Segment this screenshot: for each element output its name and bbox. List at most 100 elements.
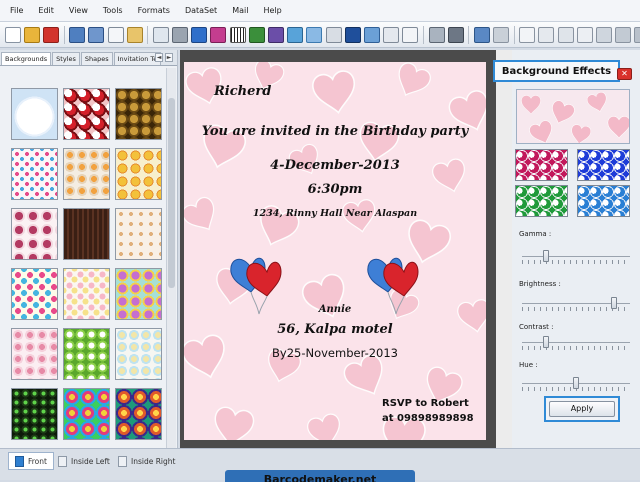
background-thumbnail[interactable] — [11, 148, 58, 200]
color-icon[interactable] — [210, 26, 227, 43]
canvas-scrollbar[interactable] — [496, 50, 512, 448]
brightness-label: Brightness : — [519, 280, 561, 288]
open-folder-icon[interactable] — [23, 26, 40, 43]
copy-icon[interactable] — [519, 26, 536, 43]
tab-shapes[interactable]: Shapes — [80, 52, 113, 65]
tab-scroll-left-button[interactable]: ◄ — [155, 53, 163, 62]
lock-icon[interactable] — [634, 26, 640, 43]
cut-icon[interactable] — [557, 26, 574, 43]
background-thumbnail[interactable] — [115, 268, 162, 320]
card-time[interactable]: 6:30pm — [184, 182, 486, 197]
card-invitation-line[interactable]: You are invited in the Birthday party — [184, 124, 486, 139]
symbol-icon[interactable] — [363, 26, 380, 43]
image-icon[interactable] — [248, 26, 265, 43]
import-icon[interactable] — [126, 26, 143, 43]
database-icon[interactable] — [428, 26, 445, 43]
background-thumbnail[interactable] — [115, 88, 162, 140]
background-thumbnail[interactable] — [115, 328, 162, 380]
new-file-icon[interactable] — [4, 26, 21, 43]
background-thumbnail[interactable] — [11, 208, 58, 260]
scrollbar-thumb[interactable] — [168, 98, 175, 288]
card-host-name[interactable]: Annie — [184, 304, 486, 315]
menu-view[interactable]: View — [69, 6, 88, 15]
hue-slider[interactable] — [573, 377, 579, 389]
send-back-icon[interactable] — [596, 26, 613, 43]
background-thumbnail[interactable] — [11, 388, 58, 440]
stack-icon[interactable] — [447, 26, 464, 43]
export-icon[interactable] — [107, 26, 124, 43]
page-icon — [58, 455, 67, 467]
delete-icon[interactable] — [576, 26, 593, 43]
picture-icon[interactable] — [287, 26, 304, 43]
barcode-icon[interactable] — [229, 26, 246, 43]
effect-swatch-magenta[interactable] — [515, 149, 568, 181]
card-rsvp-date[interactable]: By25-November-2013 — [184, 346, 486, 360]
background-thumbnail[interactable] — [63, 148, 110, 200]
apply-button[interactable]: Apply — [549, 401, 615, 417]
shapes-icon[interactable] — [191, 26, 208, 43]
close-panel-button[interactable]: ✕ — [617, 68, 632, 80]
save-icon[interactable] — [69, 26, 86, 43]
redo-icon[interactable] — [493, 26, 510, 43]
table-icon[interactable] — [383, 26, 400, 43]
undo-icon[interactable] — [473, 26, 490, 43]
text-icon[interactable] — [344, 26, 361, 43]
menu-file[interactable]: File — [10, 6, 23, 15]
contrast-label: Contrast : — [519, 323, 554, 331]
background-thumbnail[interactable] — [11, 328, 58, 380]
bring-front-icon[interactable] — [615, 26, 632, 43]
background-thumbnail[interactable] — [115, 148, 162, 200]
gamma-label: Gamma : — [519, 230, 552, 238]
apply-button-highlight: Apply — [544, 396, 620, 422]
menu-formats[interactable]: Formats — [138, 6, 170, 15]
background-thumbnail[interactable] — [63, 328, 110, 380]
word-art-icon[interactable] — [306, 26, 323, 43]
background-thumbnail[interactable] — [11, 88, 58, 140]
tab-backgrounds[interactable]: Backgrounds — [1, 52, 52, 65]
card-host-address[interactable]: 56, Kalpa motel — [184, 322, 486, 337]
effect-swatch-blue[interactable] — [577, 149, 630, 181]
gamma-slider[interactable] — [542, 250, 549, 262]
contrast-slider[interactable] — [542, 336, 549, 348]
card-rsvp-contact[interactable]: RSVP to Robert — [382, 398, 469, 409]
effect-swatch-light-blue[interactable] — [577, 185, 630, 217]
menu-dataset[interactable]: DataSet — [185, 6, 217, 15]
menu-help[interactable]: Help — [263, 6, 281, 15]
background-thumbnail[interactable] — [115, 208, 162, 260]
background-thumbnail[interactable] — [63, 268, 110, 320]
tab-inside-left-label: Inside Left — [71, 456, 110, 466]
tab-scroll-right-button[interactable]: ► — [165, 53, 173, 62]
effect-swatch-green[interactable] — [515, 185, 568, 217]
mail-icon[interactable] — [402, 26, 419, 43]
menu-edit[interactable]: Edit — [38, 6, 54, 15]
tab-inside-left[interactable]: Inside Left — [52, 452, 116, 470]
save-as-icon[interactable] — [88, 26, 105, 43]
page-icon — [118, 455, 127, 467]
menu-tools[interactable]: Tools — [103, 6, 123, 15]
tab-front[interactable]: Front — [8, 452, 54, 470]
brightness-slider[interactable] — [610, 297, 617, 309]
card-venue[interactable]: 1234, Rinny Hall Near Alaspan — [184, 208, 486, 219]
properties-icon[interactable] — [152, 26, 169, 43]
menu-mail[interactable]: Mail — [232, 6, 248, 15]
tab-inside-right[interactable]: Inside Right — [112, 452, 181, 470]
card-guest-name[interactable]: Richerd — [214, 84, 271, 99]
invitation-card[interactable]: Richerd You are invited in the Birthday … — [184, 62, 486, 440]
line-icon[interactable] — [325, 26, 342, 43]
background-thumbnail[interactable] — [63, 208, 110, 260]
card-date[interactable]: 4-December-2013 — [184, 158, 486, 173]
pen-icon[interactable] — [268, 26, 285, 43]
background-thumbnail[interactable] — [63, 88, 110, 140]
card-rsvp-phone[interactable]: at 09898989898 — [382, 413, 474, 424]
close-icon[interactable] — [42, 26, 59, 43]
background-thumbnail[interactable] — [63, 388, 110, 440]
toolbar-separator — [63, 25, 65, 44]
paste-icon[interactable] — [538, 26, 555, 43]
background-thumbnail[interactable] — [11, 268, 58, 320]
background-thumbnail[interactable] — [115, 388, 162, 440]
tab-styles[interactable]: Styles — [52, 52, 80, 65]
gamma-ticks — [522, 260, 630, 264]
print-icon[interactable] — [172, 26, 189, 43]
thumbnail-scrollbar[interactable] — [166, 68, 176, 448]
left-panel: Backgrounds Styles Shapes Invitation Te … — [0, 50, 178, 448]
